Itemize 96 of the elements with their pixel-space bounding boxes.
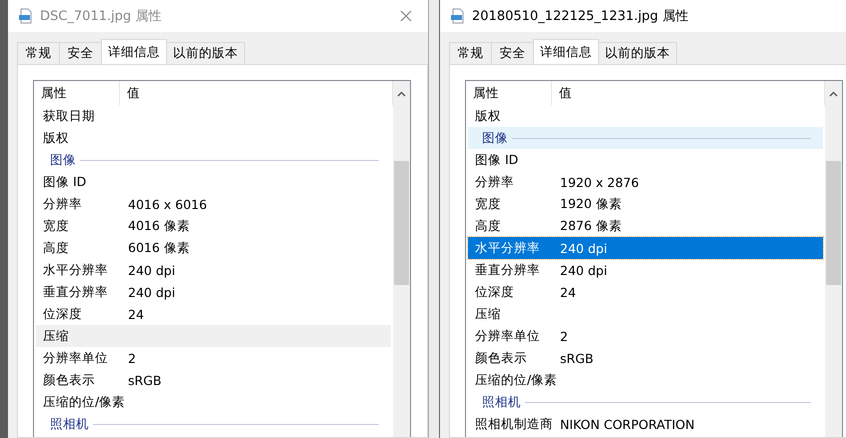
- image-file-icon: [18, 8, 34, 24]
- property-value: 6016 像素: [128, 240, 190, 256]
- property-name: 位深度: [475, 284, 515, 300]
- property-name: 图像 ID: [475, 152, 520, 168]
- property-row[interactable]: 分辨率单位 2: [468, 325, 823, 347]
- property-name: 垂直分辨率: [475, 262, 541, 278]
- property-row[interactable]: 分辨率 4016 x 6016: [36, 193, 391, 215]
- property-value: 2: [560, 328, 568, 344]
- property-row[interactable]: 垂直分辨率 240 dpi: [468, 259, 823, 281]
- scroll-up-icon[interactable]: [829, 91, 838, 97]
- property-row[interactable]: 压缩: [468, 303, 823, 325]
- property-name: 宽度: [43, 218, 70, 234]
- property-row[interactable]: 高度 6016 像素: [36, 237, 391, 259]
- property-row[interactable]: 版权: [36, 127, 391, 149]
- property-value: 24: [128, 306, 144, 322]
- property-name: 版权: [43, 130, 70, 146]
- group-label: 图像: [50, 152, 76, 168]
- property-row[interactable]: 照相机制造商 NIKON CORPORATION: [468, 413, 823, 435]
- property-name: 获取日期: [43, 108, 96, 124]
- property-row[interactable]: 版权: [468, 105, 823, 127]
- group-row[interactable]: 照相机: [36, 413, 391, 435]
- group-row[interactable]: 图像: [36, 149, 391, 171]
- property-row[interactable]: 位深度 24: [468, 281, 823, 303]
- property-row[interactable]: 分辨率单位 2: [36, 347, 391, 369]
- group-label: 照相机: [482, 394, 521, 410]
- property-row[interactable]: 图像 ID: [468, 149, 823, 171]
- group-row[interactable]: 图像: [468, 127, 823, 149]
- property-row[interactable]: 压缩: [36, 325, 391, 347]
- property-name: 垂直分辨率: [43, 284, 109, 300]
- property-name: 分辨率单位: [475, 328, 541, 344]
- property-value: 1920 x 2876: [560, 174, 639, 190]
- property-name: 水平分辨率: [43, 262, 109, 278]
- property-name: 压缩的位/像素: [43, 394, 126, 410]
- window-title: 20180510_122125_1231.jpg 属性: [472, 8, 688, 25]
- property-name: 高度: [475, 218, 502, 234]
- property-value: 240 dpi: [560, 262, 608, 278]
- scrollbar-thumb[interactable]: [394, 161, 409, 285]
- property-name: 压缩的位/像素: [475, 372, 558, 388]
- close-icon: [400, 10, 412, 22]
- scroll-up-icon[interactable]: [397, 91, 406, 97]
- property-name: 版权: [475, 108, 502, 124]
- column-header[interactable]: 属性: [34, 81, 120, 105]
- property-name: 高度: [43, 240, 70, 256]
- property-row[interactable]: 图像 ID: [36, 171, 391, 193]
- property-name: 颜色表示: [43, 372, 96, 388]
- property-value: NIKON CORPORATION: [560, 416, 695, 432]
- property-row[interactable]: 高度 2876 像素: [468, 215, 823, 237]
- property-name: 图像 ID: [43, 174, 88, 190]
- property-name: 分辨率单位: [43, 350, 109, 366]
- property-name: 压缩: [43, 328, 70, 344]
- property-row[interactable]: 水平分辨率 240 dpi: [36, 259, 391, 281]
- property-name: 水平分辨率: [475, 240, 541, 256]
- property-row[interactable]: 压缩的位/像素: [36, 391, 391, 413]
- scrollbar-thumb[interactable]: [826, 161, 841, 285]
- scrollbar[interactable]: [393, 81, 410, 437]
- tab[interactable]: 详细信息: [101, 39, 167, 64]
- property-value: sRGB: [128, 372, 162, 388]
- column-header[interactable]: 属性: [466, 81, 552, 105]
- window-title: DSC_7011.jpg 属性: [40, 8, 162, 25]
- group-label: 图像: [482, 130, 508, 146]
- property-row[interactable]: 宽度 1920 像素: [468, 193, 823, 215]
- group-label: 照相机: [50, 416, 89, 432]
- property-name: 位深度: [43, 306, 83, 322]
- property-row[interactable]: 颜色表示 sRGB: [468, 347, 823, 369]
- property-row[interactable]: 颜色表示 sRGB: [36, 369, 391, 391]
- property-value: sRGB: [560, 350, 594, 366]
- property-name: 分辨率: [43, 196, 83, 212]
- property-name: 颜色表示: [475, 350, 528, 366]
- property-name: 分辨率: [475, 174, 515, 190]
- property-row[interactable]: 压缩的位/像素: [468, 369, 823, 391]
- property-value: 4016 像素: [128, 218, 190, 234]
- tab[interactable]: 详细信息: [533, 39, 599, 64]
- property-row[interactable]: 获取日期: [36, 105, 391, 127]
- property-value: 24: [560, 284, 576, 300]
- tab[interactable]: 常规: [17, 42, 60, 64]
- tab[interactable]: 以前的版本: [166, 42, 245, 64]
- property-value: 240 dpi: [128, 262, 176, 278]
- property-row[interactable]: 位深度 24: [36, 303, 391, 325]
- property-row[interactable]: 宽度 4016 像素: [36, 215, 391, 237]
- property-value: 2876 像素: [560, 218, 622, 234]
- property-row[interactable]: 水平分辨率 240 dpi: [468, 237, 823, 259]
- property-value: 4016 x 6016: [128, 196, 207, 212]
- property-value: 2: [128, 350, 136, 366]
- image-file-icon: [450, 8, 466, 24]
- property-name: 宽度: [475, 196, 502, 212]
- property-value: 1920 像素: [560, 196, 622, 212]
- tab[interactable]: 常规: [449, 42, 492, 64]
- tab[interactable]: 以前的版本: [598, 42, 677, 64]
- scrollbar[interactable]: [825, 81, 842, 437]
- property-row[interactable]: 垂直分辨率 240 dpi: [36, 281, 391, 303]
- property-name: 照相机制造商: [475, 416, 554, 432]
- property-row[interactable]: 分辨率 1920 x 2876: [468, 171, 823, 193]
- group-row[interactable]: 照相机: [468, 391, 823, 413]
- property-name: 压缩: [475, 306, 502, 322]
- property-value: 240 dpi: [560, 240, 608, 256]
- property-value: 240 dpi: [128, 284, 176, 300]
